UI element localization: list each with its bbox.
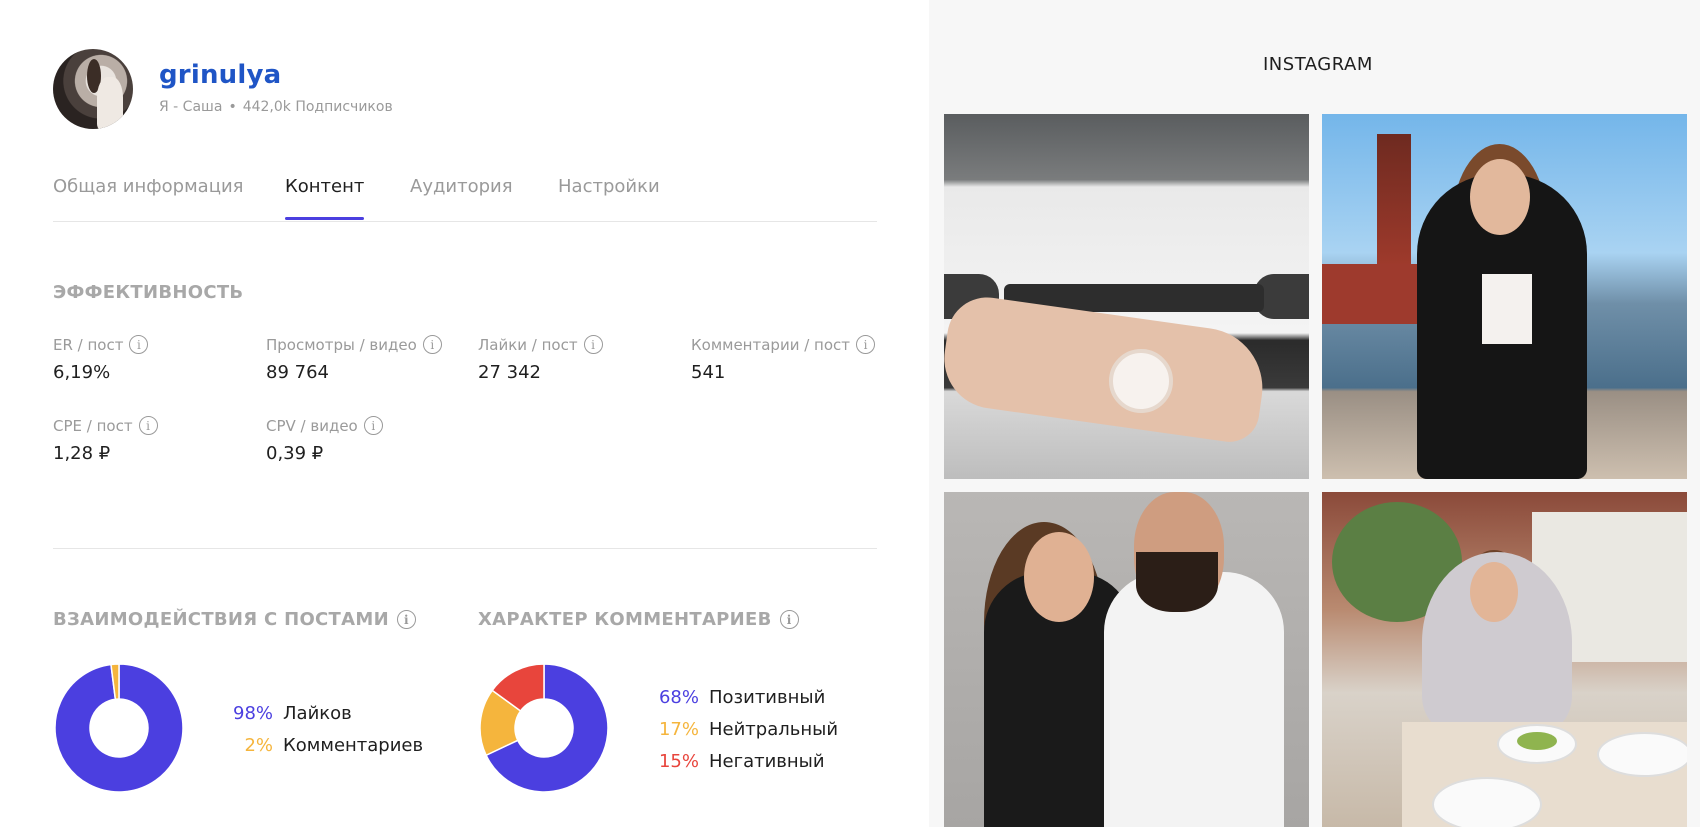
legend-pct: 68%: [658, 686, 699, 708]
metric-views-label: Просмотры / видео i: [266, 335, 442, 354]
tab-settings[interactable]: Настройки: [558, 176, 660, 197]
metric-likes-value: 27 342: [478, 362, 541, 383]
active-tab-indicator: [285, 217, 365, 220]
legend-pct: 2%: [244, 734, 273, 756]
metric-comments-label: Комментарии / пост i: [691, 335, 876, 354]
tab-bar: Общая информация Контент Аудитория Настр…: [53, 176, 877, 222]
profile-followers: 442,0k Подписчиков: [242, 99, 393, 115]
tab-label: Настройки: [558, 176, 660, 197]
legend-row: 15% Негативный: [655, 745, 838, 777]
info-icon[interactable]: i: [363, 416, 383, 435]
metric-label-text: ER / пост: [53, 335, 124, 354]
tab-content[interactable]: Контент: [285, 176, 365, 220]
avatar[interactable]: [53, 49, 133, 129]
metric-label-text: Просмотры / видео: [266, 335, 417, 354]
instagram-post-image[interactable]: [1322, 114, 1687, 479]
metric-er-value: 6,19%: [53, 362, 111, 383]
comments-donut-chart: [479, 663, 609, 793]
tab-label: Контент: [285, 176, 365, 197]
interactions-legend: 98% Лайков 2% Комментариев: [233, 697, 423, 761]
metric-er-label: ER / пост i: [53, 335, 149, 354]
metric-comments-value: 541: [691, 362, 726, 383]
legend-label: Негативный: [709, 750, 825, 772]
interactions-title-text: ВЗАИМОДЕЙСТВИЯ С ПОСТАМИ: [53, 609, 389, 630]
info-icon[interactable]: i: [396, 610, 416, 629]
metric-cpv-label: CPV / видео i: [266, 416, 383, 435]
interactions-title: ВЗАИМОДЕЙСТВИЯ С ПОСТАМИ i: [53, 609, 416, 630]
profile-name: Я - Саша: [159, 99, 223, 115]
info-icon[interactable]: i: [583, 335, 603, 354]
comments-title-text: ХАРАКТЕР КОММЕНТАРИЕВ: [478, 609, 772, 630]
info-icon[interactable]: i: [856, 335, 876, 354]
info-icon[interactable]: i: [422, 335, 442, 354]
tab-label: Аудитория: [410, 176, 513, 197]
tab-general-info[interactable]: Общая информация: [53, 176, 244, 197]
profile-username[interactable]: grinulya: [159, 60, 281, 90]
interactions-donut-chart: [54, 663, 184, 793]
legend-label: Лайков: [283, 702, 352, 724]
section-divider: [53, 548, 877, 549]
metric-cpv-value: 0,39 ₽: [266, 443, 324, 464]
legend-pct: 98%: [233, 702, 274, 724]
legend-label: Позитивный: [709, 686, 826, 708]
comments-title: ХАРАКТЕР КОММЕНТАРИЕВ i: [478, 609, 799, 630]
info-icon[interactable]: i: [129, 335, 149, 354]
legend-row: 17% Нейтральный: [655, 713, 838, 745]
metric-label-text: Комментарии / пост: [691, 335, 851, 354]
legend-row: 68% Позитивный: [655, 681, 838, 713]
tab-audience[interactable]: Аудитория: [410, 176, 513, 197]
instagram-title: INSTAGRAM: [1263, 54, 1373, 75]
tab-label: Общая информация: [53, 176, 244, 197]
info-icon[interactable]: i: [138, 416, 158, 435]
metric-likes-label: Лайки / пост i: [478, 335, 603, 354]
separator-dot: •: [228, 99, 237, 115]
metric-label-text: Лайки / пост: [478, 335, 578, 354]
performance-title: ЭФФЕКТИВНОСТЬ: [53, 282, 244, 303]
instagram-post-image[interactable]: [944, 114, 1309, 479]
legend-row: 98% Лайков: [233, 697, 423, 729]
profile-panel: grinulya Я - Саша • 442,0k Подписчиков Общ…: [0, 0, 929, 827]
legend-label: Нейтральный: [709, 718, 839, 740]
instagram-post-image[interactable]: [1322, 492, 1687, 827]
instagram-post-image[interactable]: [944, 492, 1309, 827]
legend-pct: 17%: [658, 718, 699, 740]
metric-label-text: CPE / пост: [53, 416, 133, 435]
profile-subline: Я - Саша • 442,0k Подписчиков: [159, 99, 393, 115]
metric-cpe-value: 1,28 ₽: [53, 443, 111, 464]
metric-label-text: CPV / видео: [266, 416, 358, 435]
legend-row: 2% Комментариев: [233, 729, 423, 761]
metric-cpe-label: CPE / пост i: [53, 416, 158, 435]
legend-pct: 15%: [658, 750, 699, 772]
metric-views-value: 89 764: [266, 362, 329, 383]
legend-label: Комментариев: [283, 734, 424, 756]
comments-legend: 68% Позитивный 17% Нейтральный 15% Негат…: [655, 681, 838, 777]
info-icon[interactable]: i: [779, 610, 799, 629]
